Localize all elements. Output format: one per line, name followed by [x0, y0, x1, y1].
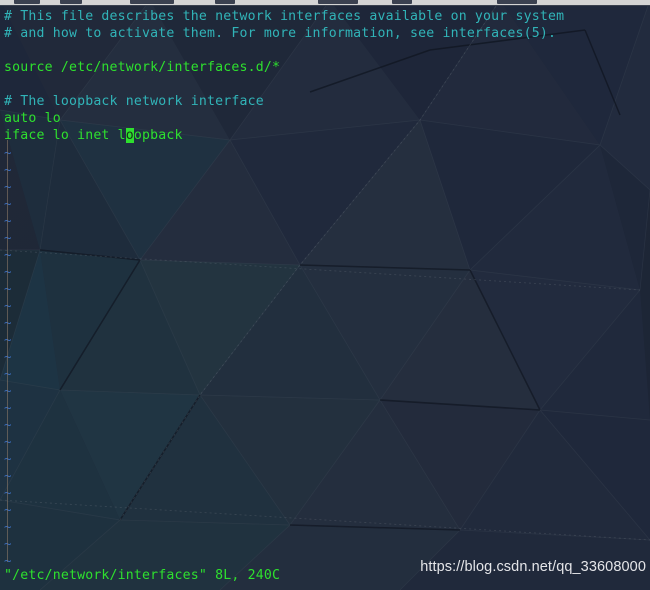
code-text: opback	[133, 128, 183, 143]
text-cursor: o	[125, 128, 134, 143]
window-left-border	[7, 140, 8, 562]
taskbar-button[interactable]	[215, 0, 235, 4]
screen: # This file describes the network interf…	[0, 0, 650, 590]
vim-status-line: "/etc/network/interfaces" 8L, 240C	[4, 568, 281, 583]
taskbar-button[interactable]	[60, 0, 82, 4]
vim-text-buffer[interactable]: # This file describes the network interf…	[0, 6, 650, 568]
taskbar-button[interactable]	[318, 0, 358, 4]
taskbar-underline	[0, 5, 650, 6]
taskbar-button[interactable]	[14, 0, 40, 4]
watermark: https://blog.csdn.net/qq_33608000	[420, 559, 646, 575]
code-line[interactable]: source /etc/network/interfaces.d/*	[4, 59, 280, 76]
code-text: iface lo inet l	[4, 128, 126, 143]
taskbar-button[interactable]	[392, 0, 412, 4]
code-line[interactable]: # The loopback network interface	[4, 93, 264, 110]
taskbar-strip[interactable]	[0, 0, 650, 6]
code-line[interactable]: iface lo inet loopback	[4, 127, 183, 144]
code-line[interactable]: # and how to activate them. For more inf…	[4, 25, 556, 42]
code-line[interactable]: # This file describes the network interf…	[4, 8, 564, 25]
code-line[interactable]: auto lo	[4, 110, 61, 127]
taskbar-button[interactable]	[497, 0, 537, 4]
taskbar-button[interactable]	[130, 0, 174, 4]
